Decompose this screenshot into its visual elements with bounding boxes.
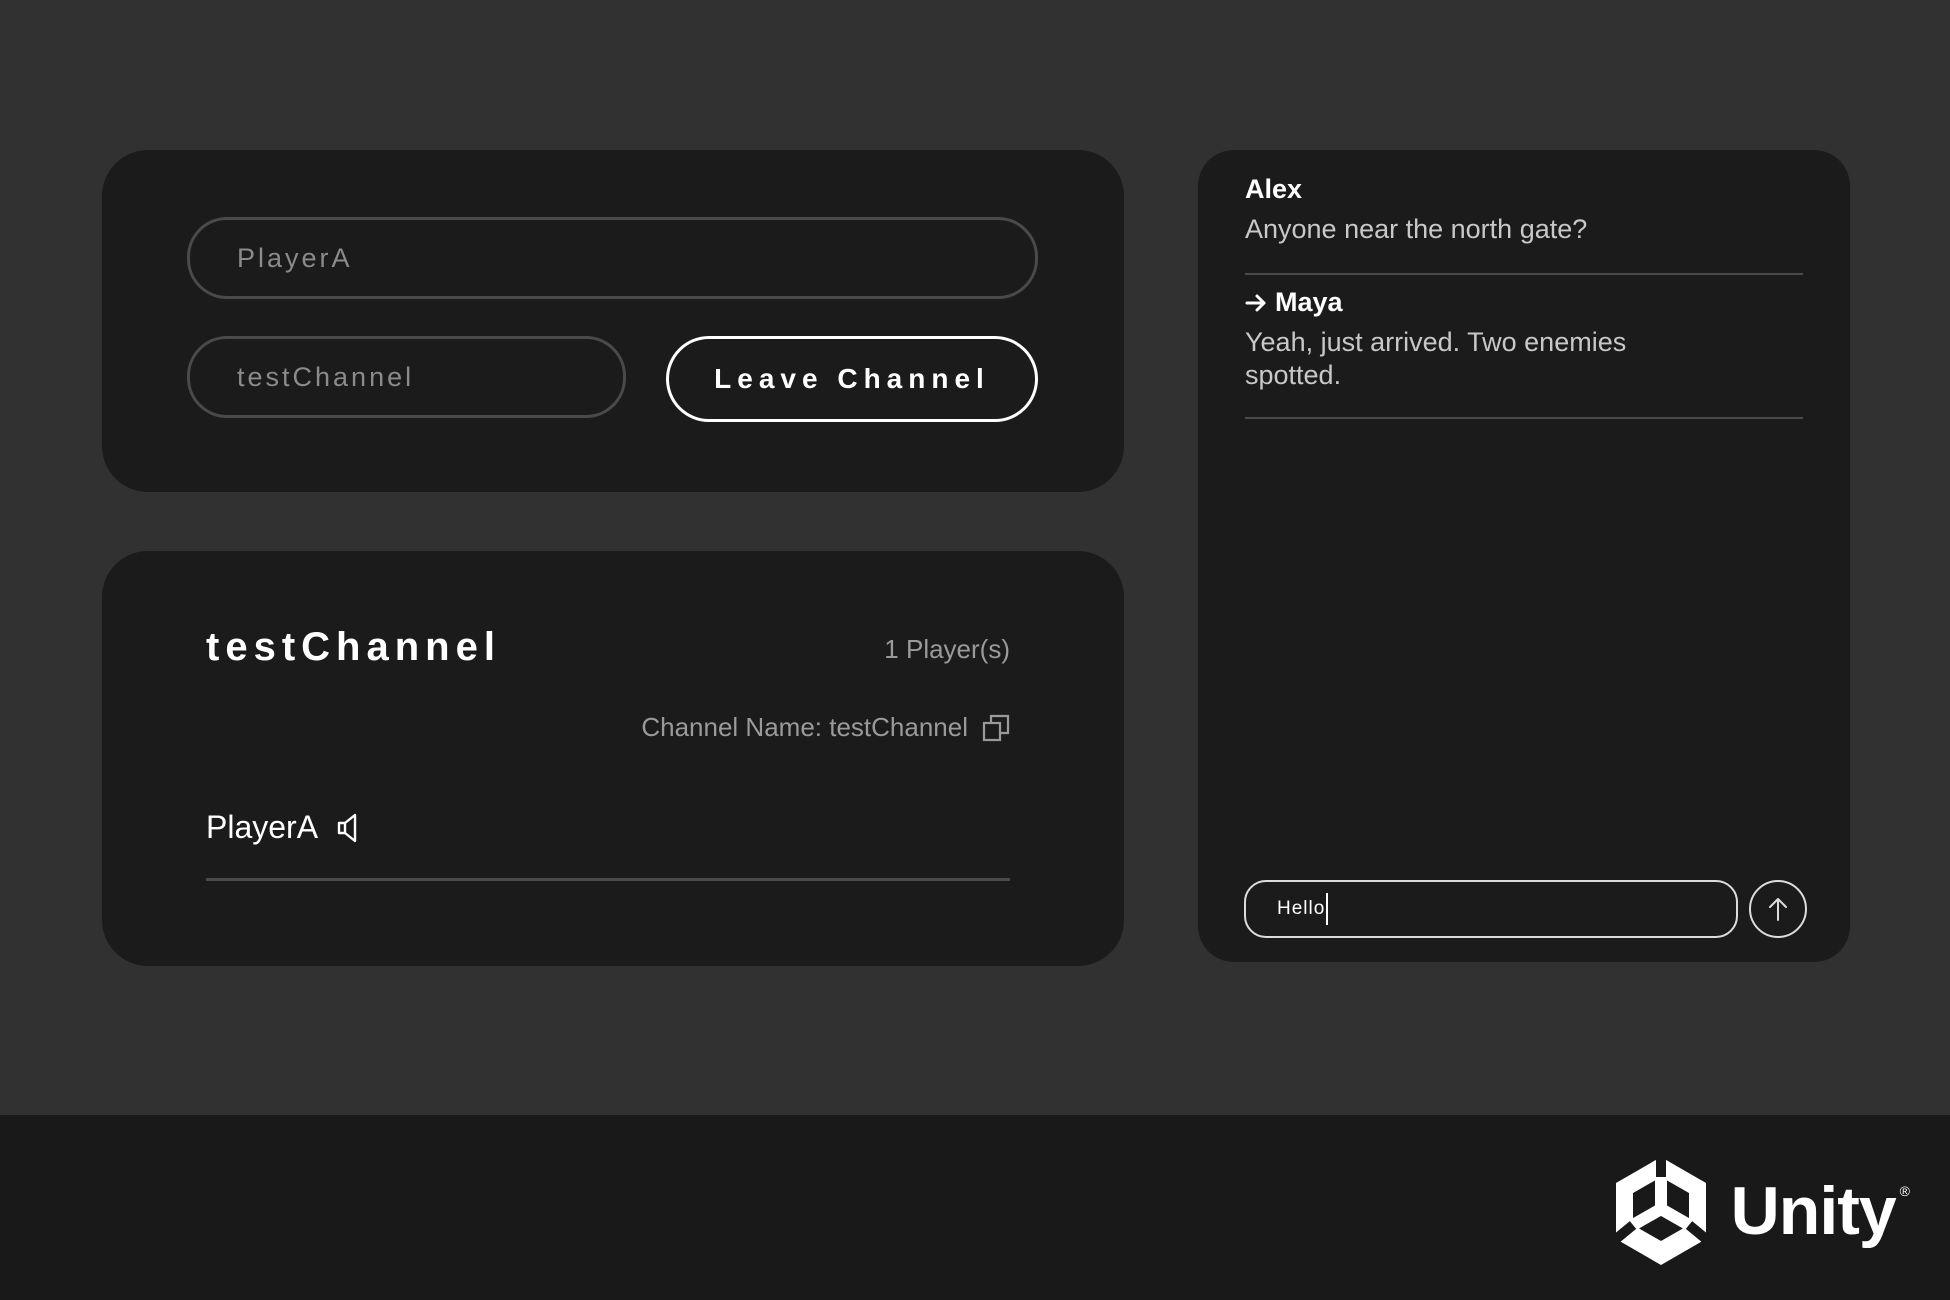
player-name-input[interactable]: PlayerA — [187, 217, 1038, 299]
channel-name-input[interactable]: testChannel — [187, 336, 626, 418]
chat-input-value: Hello — [1277, 898, 1326, 919]
chat-panel: Alex Anyone near the north gate? Maya Ye… — [1198, 150, 1850, 962]
speaker-icon[interactable] — [336, 811, 364, 845]
join-channel-panel: PlayerA testChannel Leave Channel — [102, 150, 1124, 492]
message-author-name: Maya — [1275, 287, 1343, 317]
chat-message-input[interactable]: Hello — [1244, 880, 1738, 938]
message-author: Maya — [1245, 287, 1803, 318]
registered-mark: ® — [1899, 1183, 1910, 1199]
channel-title: testChannel — [206, 625, 501, 669]
channel-name-label: Channel Name: testChannel — [641, 712, 968, 742]
text-caret — [1326, 893, 1329, 925]
arrow-up-icon — [1769, 898, 1787, 921]
arrow-right-icon — [1245, 294, 1266, 311]
chat-message: Alex Anyone near the north gate? — [1245, 174, 1803, 275]
message-author-name: Alex — [1245, 174, 1303, 204]
footer: Unity ® — [0, 1115, 1950, 1300]
send-button[interactable] — [1749, 880, 1807, 938]
player-list-item: PlayerA — [206, 805, 1010, 881]
player-name: PlayerA — [206, 809, 319, 845]
unity-logo: Unity ® — [1611, 1155, 1910, 1267]
channel-name-row: Channel Name: testChannel — [641, 712, 1010, 743]
unity-wordmark: Unity — [1730, 1173, 1897, 1249]
player-count: 1 Player(s) — [884, 634, 1010, 664]
copy-icon[interactable] — [982, 714, 1010, 742]
chat-message: Maya Yeah, just arrived. Two enemies spo… — [1245, 287, 1803, 419]
message-text: Anyone near the north gate? — [1245, 214, 1588, 244]
message-text: Yeah, just arrived. Two enemies spotted. — [1245, 327, 1627, 390]
channel-info-panel: testChannel 1 Player(s) Channel Name: te… — [102, 551, 1124, 966]
unity-cube-icon — [1612, 1157, 1709, 1265]
leave-channel-button[interactable]: Leave Channel — [666, 336, 1038, 422]
message-author: Alex — [1245, 174, 1803, 205]
